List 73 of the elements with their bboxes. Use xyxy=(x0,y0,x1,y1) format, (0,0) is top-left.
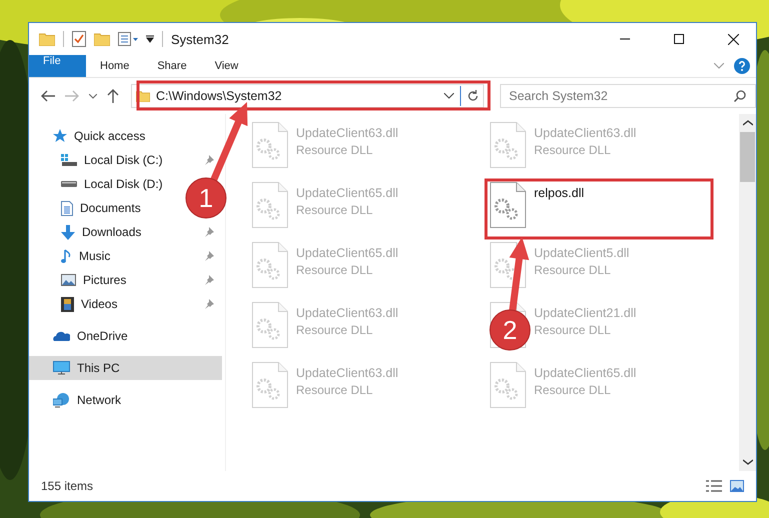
item-count: 155 items xyxy=(41,479,94,493)
drive-icon xyxy=(61,181,77,187)
close-icon xyxy=(728,34,738,44)
file-type: Resource DLL xyxy=(296,383,374,397)
dll-file-icon xyxy=(252,242,288,288)
search-icon[interactable] xyxy=(734,90,746,102)
pin-icon[interactable] xyxy=(204,155,214,165)
nav-item[interactable]: Music xyxy=(29,244,118,268)
file-type: Resource DLL xyxy=(534,263,612,277)
nav-item[interactable]: Pictures xyxy=(29,268,134,292)
checkmark-icon[interactable] xyxy=(72,31,86,47)
large-icons-view-icon[interactable] xyxy=(730,480,744,492)
scrollbar[interactable] xyxy=(739,114,756,471)
scroll-down-icon[interactable] xyxy=(742,459,752,465)
download-arrow-icon xyxy=(61,224,75,240)
pin-icon[interactable] xyxy=(204,275,214,285)
monitor-icon xyxy=(53,361,70,375)
step-badge: 2 xyxy=(490,310,530,350)
maximize-icon xyxy=(674,34,684,44)
file-name[interactable]: relpos.dll xyxy=(534,186,584,200)
dll-file-icon xyxy=(252,302,288,348)
search-field[interactable]: Search System32 xyxy=(500,84,756,108)
pin-icon[interactable] xyxy=(204,227,214,237)
file-type: Resource DLL xyxy=(296,203,374,217)
file-type: Resource DLL xyxy=(534,383,612,397)
nav-item[interactable]: Network xyxy=(29,388,130,412)
nav-item[interactable]: Videos xyxy=(29,292,126,316)
pin-icon[interactable] xyxy=(204,299,214,309)
file-type: Resource DLL xyxy=(296,323,374,337)
chevron-down-icon[interactable] xyxy=(444,93,454,99)
nav-item[interactable]: Local Disk (C:) xyxy=(29,148,171,172)
scroll-up-icon[interactable] xyxy=(742,120,752,126)
file-type: Resource DLL xyxy=(534,143,612,157)
up-arrow-icon[interactable] xyxy=(107,89,119,103)
dll-file-icon xyxy=(490,182,526,228)
file-type: Resource DLL xyxy=(296,143,374,157)
properties-icon[interactable] xyxy=(118,32,138,46)
ribbon-tab[interactable]: View xyxy=(200,55,252,77)
ribbon-tab[interactable]: Share xyxy=(143,55,201,77)
drive-icon xyxy=(61,154,77,166)
document-icon xyxy=(61,200,73,216)
nav-item[interactable]: OneDrive xyxy=(29,324,136,348)
chevron-down-icon[interactable] xyxy=(89,94,97,98)
ribbon-tab[interactable]: Home xyxy=(86,55,144,77)
nav-item[interactable]: This PC xyxy=(29,356,222,380)
nav-item[interactable]: Quick access xyxy=(29,124,154,148)
scroll-thumb[interactable] xyxy=(740,132,755,182)
window-title: System32 xyxy=(171,32,229,46)
nav-item[interactable]: Documents xyxy=(29,196,149,220)
help-icon[interactable] xyxy=(734,58,750,74)
caret-icon[interactable] xyxy=(146,35,154,43)
nav-item[interactable]: Downloads xyxy=(29,220,150,244)
picture-icon xyxy=(61,274,76,286)
dll-file-icon xyxy=(252,122,288,168)
star-icon xyxy=(53,129,67,143)
dll-file-icon xyxy=(252,182,288,228)
minimize-icon xyxy=(620,38,630,40)
network-icon xyxy=(53,392,70,408)
refresh-icon[interactable] xyxy=(467,90,479,102)
address-bar[interactable]: C:\Windows\System32 xyxy=(131,84,484,108)
back-arrow-icon[interactable] xyxy=(41,90,55,102)
file-type: Resource DLL xyxy=(296,263,374,277)
music-note-icon xyxy=(61,248,72,264)
details-view-icon[interactable] xyxy=(706,480,722,492)
file-type: Resource DLL xyxy=(534,323,612,337)
cloud-icon xyxy=(53,331,70,341)
dll-file-icon xyxy=(490,362,526,408)
nav-item[interactable]: Local Disk (D:) xyxy=(29,172,171,196)
dll-file-icon xyxy=(490,122,526,168)
step-badge: 1 xyxy=(186,178,226,218)
pin-icon[interactable] xyxy=(204,251,214,261)
dll-file-icon xyxy=(252,362,288,408)
film-icon xyxy=(61,296,74,312)
